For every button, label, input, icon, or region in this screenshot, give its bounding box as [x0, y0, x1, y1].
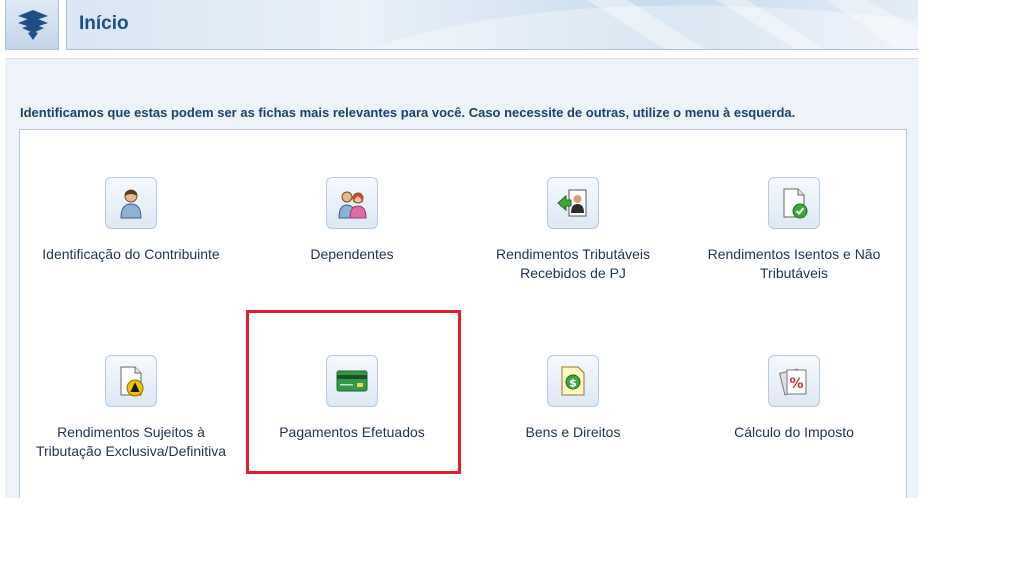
card-label: Rendimentos Isentos e Não Tributáveis	[707, 246, 881, 281]
dependents-icon	[338, 191, 367, 219]
card-rendimentos-tributacao-exclusiva[interactable]: Rendimentos Sujeitos à Tributação Exclus…	[31, 355, 231, 461]
card-rendimentos-tributaveis-pj[interactable]: Rendimentos Tributáveis Recebidos de PJ	[473, 177, 673, 283]
highlight-box	[246, 310, 461, 474]
title-bar: Início	[66, 0, 918, 50]
person-icon	[120, 189, 142, 219]
exempt-income-icon	[783, 188, 808, 219]
card-label: Cálculo do Imposto	[734, 424, 854, 440]
card-label: Dependentes	[310, 246, 394, 262]
assets-icon: $	[561, 366, 585, 396]
card-calculo-imposto[interactable]: % Cálculo do Imposto	[694, 355, 894, 442]
receita-federal-logo-icon	[18, 10, 48, 40]
app-window: Início Identificamos que estas podem ser…	[0, 0, 918, 498]
page-title: Início	[79, 13, 129, 34]
tax-calculation-icon: %	[779, 368, 807, 396]
relevant-forms-panel: Identificação do Contribuinte Dependente…	[19, 129, 907, 498]
card-dependentes[interactable]: Dependentes	[252, 177, 452, 264]
card-label: Rendimentos Sujeitos à Tributação Exclus…	[35, 424, 227, 459]
exclusive-tax-icon	[120, 366, 144, 397]
card-rendimentos-isentos[interactable]: Rendimentos Isentos e Não Tributáveis	[694, 177, 894, 283]
logo[interactable]	[5, 0, 59, 50]
header: Início	[0, 0, 918, 52]
main-content: Identificamos que estas podem ser as fic…	[5, 58, 918, 498]
card-bens-direitos[interactable]: $ Bens e Direitos	[473, 355, 673, 442]
income-pj-icon	[557, 189, 587, 217]
header-decoration	[369, 0, 918, 49]
intro-text: Identificamos que estas podem ser as fic…	[20, 105, 796, 120]
card-label: Rendimentos Tributáveis Recebidos de PJ	[495, 246, 651, 281]
card-label: Identificação do Contribuinte	[42, 246, 220, 262]
svg-text:%: %	[789, 376, 803, 392]
svg-text:$: $	[569, 377, 577, 390]
card-label: Bens e Direitos	[525, 424, 621, 440]
card-identificacao-contribuinte[interactable]: Identificação do Contribuinte	[31, 177, 231, 264]
